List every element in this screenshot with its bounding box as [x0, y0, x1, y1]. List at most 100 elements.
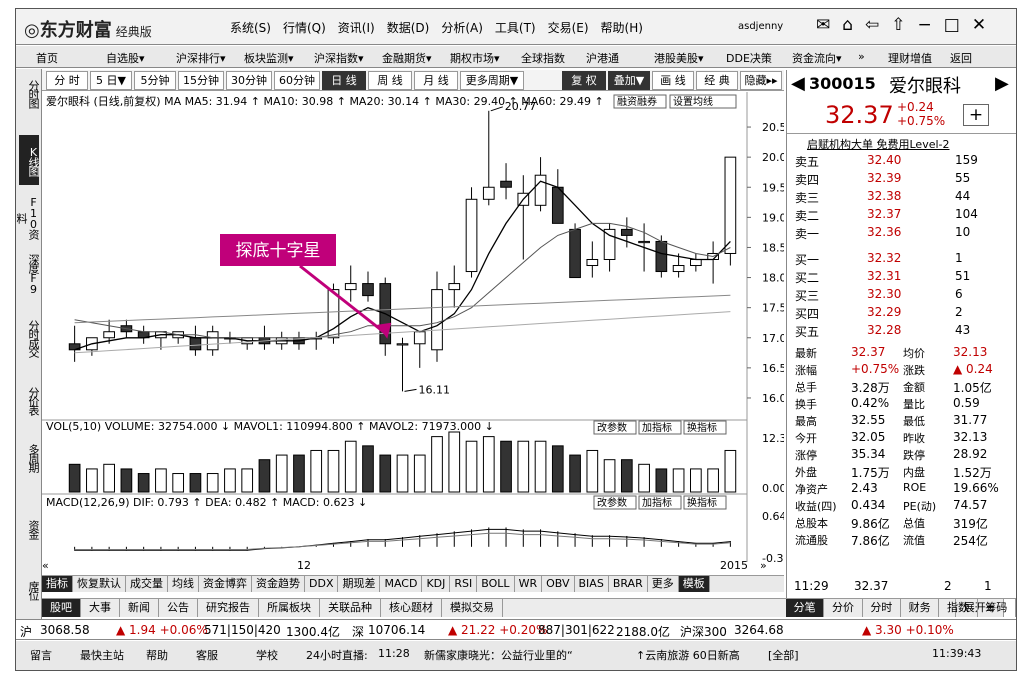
add-watchlist-button[interactable]: + — [963, 104, 989, 126]
period-button-1[interactable]: 5 日▼ — [90, 71, 132, 90]
period-right-button-2[interactable]: 画 线 — [652, 71, 694, 90]
mail-icon[interactable]: ✉ — [816, 15, 830, 35]
scroll-left-icon[interactable]: « — [42, 559, 49, 572]
bottom-tab-2[interactable]: 新闻 — [120, 599, 159, 617]
nav-item-4[interactable]: 沪深指数▾ — [314, 50, 364, 66]
nav-item-7[interactable]: 全球指数 — [521, 50, 565, 66]
nav-item-6[interactable]: 期权市场▾ — [450, 50, 500, 66]
candle-body-23 — [465, 198, 478, 273]
left-tab-2[interactable]: F10资料 — [16, 193, 40, 241]
status-item-9[interactable]: [全部] — [768, 647, 799, 663]
nav-item-3[interactable]: 板块监测▾ — [244, 50, 294, 66]
right-tab-5[interactable]: 筹码 — [978, 599, 1016, 617]
indicator-13[interactable]: OBV — [542, 576, 575, 592]
right-tab-3[interactable]: 财务 — [901, 599, 940, 617]
minimize-icon[interactable]: − — [918, 15, 932, 35]
period-button-0[interactable]: 分 时 — [46, 71, 88, 90]
indicator-14[interactable]: BIAS — [575, 576, 609, 592]
nav-item-5[interactable]: 金融期货▾ — [382, 50, 432, 66]
nav-item-1[interactable]: 自选股▾ — [106, 50, 145, 66]
indicator-4[interactable]: 资金博弈 — [199, 576, 252, 592]
maximize-icon[interactable]: □ — [944, 15, 960, 35]
nav-item-14[interactable]: 返回 — [950, 50, 972, 66]
indicator-0[interactable]: 指标 — [42, 576, 73, 592]
bottom-tab-8[interactable]: 模拟交易 — [442, 599, 503, 617]
period-button-9[interactable]: 更多周期▼ — [460, 71, 524, 90]
period-button-2[interactable]: 5分钟 — [134, 71, 176, 90]
nav-item-11[interactable]: 资金流向▾ — [792, 50, 842, 66]
close-icon[interactable]: ✕ — [972, 15, 986, 35]
left-tab-6[interactable]: 多周期 — [19, 429, 40, 485]
indicator-6[interactable]: DDX — [305, 576, 339, 592]
period-button-5[interactable]: 60分钟 — [274, 71, 320, 90]
next-stock-icon[interactable]: ▶ — [995, 73, 1009, 94]
menu-item-7[interactable]: 帮助(H) — [601, 19, 643, 36]
level2-link[interactable]: 启赋机构大单 免费用Level-2 — [807, 136, 950, 152]
menu-item-4[interactable]: 分析(A) — [441, 19, 483, 36]
left-tab-4[interactable]: 分时成交 — [19, 309, 40, 367]
indicator-2[interactable]: 成交量 — [126, 576, 168, 592]
nav-item-8[interactable]: 沪港通 — [586, 50, 619, 66]
right-tab-4[interactable]: 指数 — [939, 599, 978, 617]
right-tab-2[interactable]: 分时 — [863, 599, 901, 617]
nav-item-12[interactable]: » — [858, 50, 865, 63]
left-tab-1[interactable]: K线图 — [19, 135, 40, 185]
period-button-8[interactable]: 月 线 — [414, 71, 458, 90]
period-right-button-3[interactable]: 经 典 — [696, 71, 738, 90]
indicator-17[interactable]: 模板 — [678, 576, 710, 592]
period-button-4[interactable]: 30分钟 — [226, 71, 272, 90]
indicator-8[interactable]: MACD — [380, 576, 423, 592]
period-button-7[interactable]: 周 线 — [368, 71, 412, 90]
indicator-7[interactable]: 期现差 — [338, 576, 381, 592]
status-item-1[interactable]: 最快主站 — [80, 647, 124, 663]
period-button-6[interactable]: 日 线 — [322, 71, 366, 90]
left-tab-3[interactable]: 深度F9 — [19, 249, 40, 299]
left-tab-8[interactable]: 席位 — [19, 575, 40, 605]
indicator-3[interactable]: 均线 — [168, 576, 199, 592]
indicator-10[interactable]: RSI — [450, 576, 478, 592]
menu-item-1[interactable]: 行情(Q) — [283, 19, 326, 36]
nav-item-0[interactable]: 首页 — [36, 50, 58, 66]
left-tab-0[interactable]: 分时图 — [19, 71, 40, 115]
left-tab-5[interactable]: 分价表 — [19, 377, 40, 423]
up-icon[interactable]: ⇧ — [891, 15, 905, 35]
bottom-tab-3[interactable]: 公告 — [159, 599, 198, 617]
bottom-tab-1[interactable]: 大事 — [81, 599, 120, 617]
indicator-5[interactable]: 资金趋势 — [252, 576, 305, 592]
period-button-3[interactable]: 15分钟 — [178, 71, 224, 90]
home-icon[interactable]: ⌂ — [842, 15, 853, 35]
indicator-9[interactable]: KDJ — [422, 576, 451, 592]
right-tab-1[interactable]: 分价 — [824, 599, 863, 617]
indicator-11[interactable]: BOLL — [477, 576, 515, 592]
nav-item-10[interactable]: DDE决策 — [726, 50, 772, 66]
menu-item-3[interactable]: 数据(D) — [387, 19, 430, 36]
left-tab-7[interactable]: 资金 — [19, 499, 40, 559]
back-icon[interactable]: ⇦ — [865, 15, 879, 35]
indicator-15[interactable]: BRAR — [609, 576, 648, 592]
nav-item-2[interactable]: 沪深排行▾ — [176, 50, 226, 66]
status-item-4[interactable]: 学校 — [256, 647, 278, 663]
nav-item-9[interactable]: 港股美股▾ — [654, 50, 704, 66]
nav-item-13[interactable]: 理财增值 — [888, 50, 932, 66]
menu-item-2[interactable]: 资讯(I) — [338, 19, 375, 36]
prev-stock-icon[interactable]: ◀ — [791, 73, 805, 94]
status-item-3[interactable]: 客服 — [196, 647, 218, 663]
indicator-12[interactable]: WR — [515, 576, 543, 592]
bottom-tab-4[interactable]: 研究报告 — [198, 599, 259, 617]
bottom-tab-5[interactable]: 所属板块 — [259, 599, 320, 617]
status-item-0[interactable]: 留言 — [30, 647, 52, 663]
bottom-tab-0[interactable]: 股吧 — [42, 599, 81, 617]
bottom-tab-6[interactable]: 关联品种 — [320, 599, 381, 617]
bottom-tab-7[interactable]: 核心题材 — [381, 599, 442, 617]
period-right-button-1[interactable]: 叠加▼ — [608, 71, 650, 90]
menu-item-0[interactable]: 系统(S) — [230, 19, 271, 36]
menu-item-5[interactable]: 工具(T) — [495, 19, 536, 36]
indicator-16[interactable]: 更多 — [648, 576, 679, 592]
scroll-right-icon[interactable]: » — [760, 559, 767, 572]
menu-item-6[interactable]: 交易(E) — [548, 19, 589, 36]
status-item-2[interactable]: 帮助 — [146, 647, 168, 663]
right-tab-0[interactable]: 分笔 — [786, 599, 825, 617]
indicator-1[interactable]: 恢复默认 — [73, 576, 126, 592]
period-right-button-0[interactable]: 复 权 — [562, 71, 606, 90]
period-right-button-4[interactable]: 隐藏▸▸ — [740, 71, 782, 90]
